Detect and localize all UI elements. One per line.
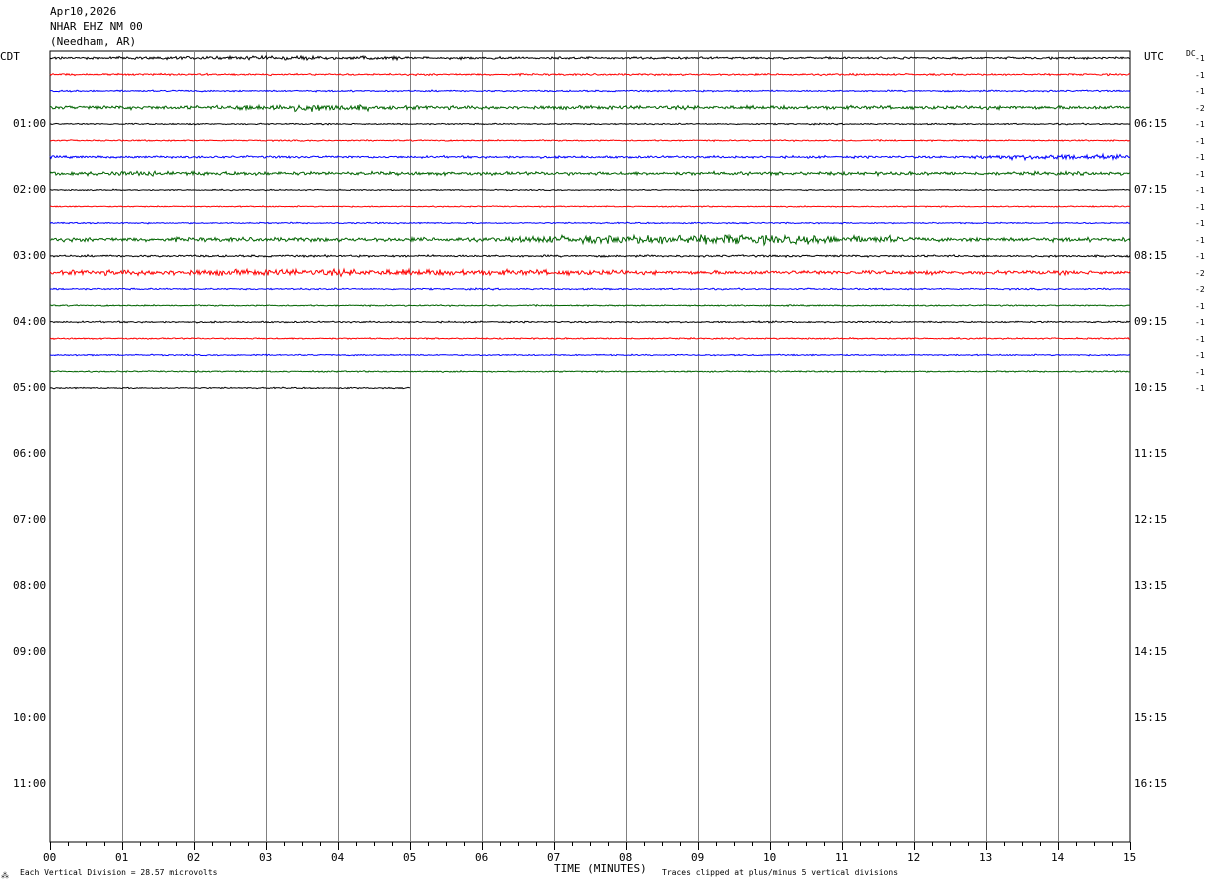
left-hour-label: 08:00 [13,579,47,592]
right-timezone-label: UTC [1144,50,1164,63]
plot-grid [49,50,1131,843]
right-hour-label: 12:15 [1134,513,1168,526]
dc-offset-value: -1 [1195,169,1205,179]
trace-row [49,54,1131,62]
right-hour-label: 07:15 [1134,183,1168,196]
trace-row [49,267,1131,278]
trace-row [49,221,1131,225]
trace-row [50,188,1131,192]
left-hour-label: 04:00 [13,315,47,328]
left-hour-label: 11:00 [13,777,47,790]
left-hour-label: 03:00 [13,249,47,262]
header-station: NHAR EHZ NM 00 [50,20,143,33]
trace-row [49,304,1131,308]
dc-offset-value: -1 [1195,202,1205,212]
right-hour-label: 14:15 [1134,645,1168,658]
dc-offset-value: -2 [1195,285,1205,294]
vertical-division-note: Each Vertical Division = 28.57 microvolt… [20,868,218,877]
seismic-traces [49,54,1131,390]
dc-offset-value: -1 [1195,219,1205,228]
dc-offset-value: -1 [1195,252,1205,261]
trace-row [49,287,1131,291]
left-hour-label: 02:00 [13,183,47,196]
x-tick-label: 01 [115,851,129,864]
x-tick-label: 13 [979,851,993,864]
right-hour-label: 16:15 [1134,777,1168,790]
dc-offset-value: -1 [1195,367,1205,377]
x-axis-title: TIME (MINUTES) [554,862,647,875]
header-date: Apr10,2026 [50,5,117,18]
left-hour-label: 05:00 [13,381,47,394]
dc-offset-value: -1 [1195,153,1205,162]
x-tick-label: 14 [1051,851,1065,864]
x-tick-label: 11 [835,851,849,864]
dc-offset-value: -1 [1195,120,1205,129]
corner-mark: ⁂ [1,871,9,880]
right-hour-label: 08:15 [1134,249,1168,262]
trace-row [49,233,1131,247]
dc-offset-value: -1 [1195,351,1205,360]
left-timezone-label: CDT [0,50,20,63]
trace-row [49,336,1130,341]
dc-offset-value: -1 [1195,136,1205,146]
dc-offset-value: -1 [1195,70,1205,80]
x-tick-label: 05 [403,851,417,864]
x-axis-ticks [50,842,1131,850]
trace-row [49,205,1131,208]
trace-row [49,169,1131,178]
right-hour-label: 06:15 [1134,117,1168,130]
x-tick-label: 03 [259,851,273,864]
right-hour-label: 09:15 [1134,315,1168,328]
x-tick-label: 12 [907,851,921,864]
trace-row [49,122,1131,126]
dc-offset-value: -1 [1195,384,1205,393]
clip-note: Traces clipped at plus/minus 5 vertical … [662,868,899,877]
right-hour-label: 11:15 [1134,447,1168,460]
x-tick-label: 10 [763,851,777,864]
trace-row [49,89,1131,93]
dc-offset-value: -2 [1195,103,1205,113]
trace-row [49,386,411,390]
trace-row [49,72,1131,77]
dc-offset-value: -1 [1195,301,1205,311]
dc-offset-value: -1 [1195,186,1205,195]
helicorder-plot [49,50,1131,850]
trace-row [49,369,1131,374]
trace-row [49,353,1131,357]
dc-offset-value: -1 [1195,87,1205,96]
trace-row [49,253,1131,259]
trace-row [49,139,1131,143]
right-hour-label: 15:15 [1134,711,1168,724]
x-tick-label: 04 [331,851,345,864]
x-tick-label: 15 [1123,851,1137,864]
plot-frame [49,50,1131,843]
dc-offset-value: -2 [1195,268,1205,278]
x-tick-label: 09 [691,851,705,864]
left-hour-label: 09:00 [13,645,47,658]
x-tick-label: 02 [187,851,201,864]
dc-offset-value: -1 [1195,334,1205,344]
left-hour-label: 07:00 [13,513,47,526]
left-hour-label: 10:00 [13,711,47,724]
dc-offset-value: -1 [1195,235,1205,245]
dc-offset-value: -1 [1195,318,1205,327]
x-tick-label: 06 [475,851,489,864]
right-hour-label: 10:15 [1134,381,1168,394]
header-location: (Needham, AR) [50,35,137,48]
left-hour-label: 01:00 [13,117,47,130]
trace-row [49,320,1130,324]
trace-row [49,103,1131,113]
dc-offset-value: -1 [1195,54,1205,63]
left-hour-label: 06:00 [13,447,47,460]
right-hour-label: 13:15 [1134,579,1168,592]
trace-row [49,152,1131,162]
x-tick-label: 00 [43,851,57,864]
